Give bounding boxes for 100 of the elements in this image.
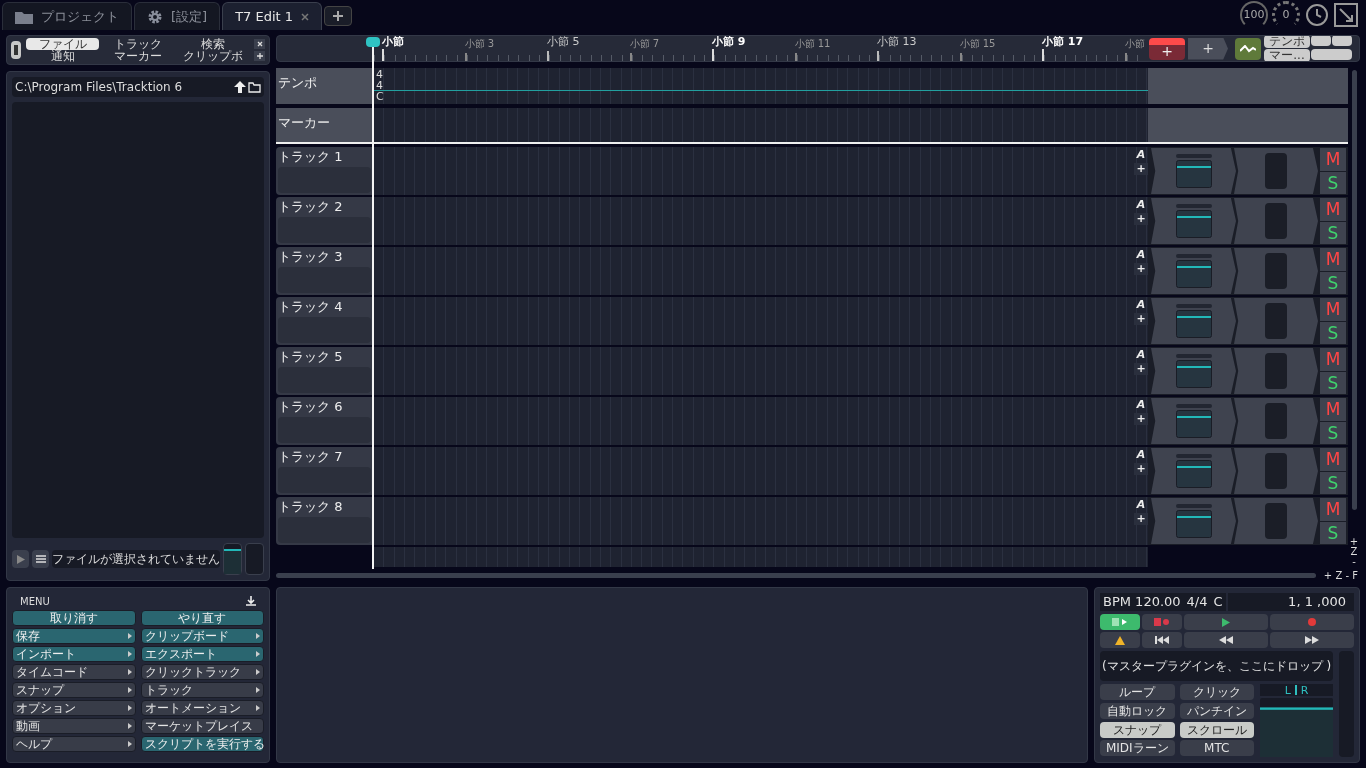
go-to-start-button[interactable] xyxy=(1142,632,1182,648)
track-header[interactable]: トラック 7 xyxy=(276,447,373,495)
menu-item[interactable]: タイムコード xyxy=(12,664,136,680)
track-lane[interactable]: A + xyxy=(373,197,1148,245)
solo-button[interactable]: S xyxy=(1320,521,1346,544)
path-field[interactable]: C:\Program Files\Tracktion 6 xyxy=(12,76,264,97)
solo-button[interactable]: S xyxy=(1320,171,1346,194)
menu-item[interactable]: スナップ xyxy=(12,682,136,698)
add-button[interactable]: + xyxy=(1134,513,1148,525)
solo-button[interactable]: S xyxy=(1320,221,1346,244)
toggle-button[interactable]: MIDIラーン xyxy=(1100,740,1175,757)
menu-item[interactable]: マーケットプレイス xyxy=(140,718,264,734)
menu-item[interactable]: 取り消す xyxy=(12,610,136,626)
automation-button[interactable]: A xyxy=(1136,449,1146,461)
track-header[interactable]: テンポ xyxy=(276,68,373,104)
scrollbar[interactable] xyxy=(1351,70,1357,510)
view-toggle-icon[interactable] xyxy=(1311,49,1352,60)
zoom-button[interactable]: - xyxy=(1352,557,1356,567)
add-plugin-button[interactable]: + xyxy=(1188,37,1228,60)
solo-button[interactable]: S xyxy=(1320,371,1346,394)
view-button[interactable]: マー... xyxy=(1264,49,1310,61)
toggle-button[interactable]: MTC xyxy=(1179,740,1254,757)
add-button[interactable]: + xyxy=(1134,363,1148,375)
volume-fader-icon[interactable] xyxy=(1175,410,1212,438)
add-button[interactable]: + xyxy=(1134,163,1148,175)
menu-item[interactable]: インポート xyxy=(12,646,136,662)
resize-icon[interactable] xyxy=(1334,3,1358,27)
tab[interactable]: [設定] xyxy=(134,2,221,30)
toggle-button[interactable]: パンチイン xyxy=(1179,702,1254,719)
tempo-display[interactable]: BPM 120.00 4/4 C xyxy=(1100,593,1226,611)
browser-tab[interactable]: ファイル xyxy=(26,37,99,50)
menu-item[interactable]: オートメーション xyxy=(140,700,264,716)
volume-fader-icon[interactable] xyxy=(1175,210,1212,238)
toggle-button[interactable]: スクロール xyxy=(1179,721,1254,738)
track-header[interactable]: トラック 8 xyxy=(276,497,373,545)
play-button[interactable] xyxy=(1184,614,1268,630)
menu-item[interactable]: ヘルプ xyxy=(12,736,136,752)
track-header[interactable]: トラック 3 xyxy=(276,247,373,295)
add-button[interactable]: + xyxy=(1134,263,1148,275)
track-lane[interactable]: A + xyxy=(373,297,1148,345)
track-lane[interactable]: A + xyxy=(373,347,1148,395)
solo-button[interactable]: S xyxy=(1320,421,1346,444)
add-track-button[interactable]: + xyxy=(1149,37,1185,60)
volume-fader-icon[interactable] xyxy=(1175,360,1212,388)
zoom-button[interactable]: + xyxy=(1349,537,1359,547)
automation-button[interactable]: A xyxy=(1136,299,1146,311)
track-header[interactable]: トラック 6 xyxy=(276,397,373,445)
play-button[interactable] xyxy=(12,550,29,568)
rewind-button[interactable] xyxy=(1184,632,1268,648)
menu-item[interactable]: クリップボード xyxy=(140,628,264,644)
scrollbar[interactable] xyxy=(276,572,1316,578)
menu-item[interactable]: 保存 xyxy=(12,628,136,644)
solo-button[interactable]: S xyxy=(1320,471,1346,494)
clock-icon[interactable] xyxy=(1304,2,1330,28)
wave-button[interactable] xyxy=(1235,37,1261,60)
add-button[interactable]: + xyxy=(1134,313,1148,325)
volume-fader-icon[interactable] xyxy=(1175,510,1212,538)
view-button[interactable]: テンポ xyxy=(1264,36,1310,48)
view-toggle-icon[interactable] xyxy=(1311,36,1331,46)
volume-fader-icon[interactable] xyxy=(1175,460,1212,488)
automation-button[interactable]: A xyxy=(1136,199,1146,211)
track-lane[interactable]: A + xyxy=(373,447,1148,495)
up-arrow-icon[interactable] xyxy=(234,80,246,93)
panel-toggle-button[interactable] xyxy=(11,40,21,59)
track-header[interactable]: トラック 1 xyxy=(276,147,373,195)
track-header[interactable]: マーカー xyxy=(276,108,373,142)
track-header[interactable]: トラック 2 xyxy=(276,197,373,245)
fast-forward-button[interactable] xyxy=(1270,632,1354,648)
tab[interactable]: プロジェクト xyxy=(2,2,132,30)
view-toggle-icon[interactable] xyxy=(1332,36,1352,46)
folder-icon[interactable] xyxy=(248,80,261,93)
menu-item[interactable]: スクリプトを実行する xyxy=(140,736,264,752)
menu-button[interactable] xyxy=(32,550,49,568)
automation-button[interactable]: A xyxy=(1136,499,1146,511)
master-fader-icon[interactable] xyxy=(1260,698,1334,757)
plus-icon[interactable] xyxy=(254,50,265,61)
track-lane[interactable]: A + xyxy=(373,147,1148,195)
browser-tab[interactable]: クリップボ xyxy=(176,49,249,62)
menu-item[interactable]: オプション xyxy=(12,700,136,716)
browser-tab[interactable]: マーカー xyxy=(101,49,174,62)
browser-tab[interactable]: 検索 xyxy=(176,37,249,50)
warning-button[interactable] xyxy=(1100,632,1140,648)
tempo-lane[interactable]: 4 4 C xyxy=(373,68,1148,104)
plugin-drop-area[interactable]: (マスタープラグインを、ここにドロップ ) xyxy=(1100,651,1334,681)
preview-fader[interactable] xyxy=(223,543,242,575)
add-button[interactable]: + xyxy=(1134,413,1148,425)
track-lane[interactable]: A + xyxy=(373,497,1148,545)
menu-item[interactable]: 動画 xyxy=(12,718,136,734)
menu-item[interactable]: やり直す xyxy=(140,610,264,626)
solo-button[interactable]: S xyxy=(1320,271,1346,294)
toggle-button[interactable]: 自動ロック xyxy=(1100,702,1175,719)
zoom-controls[interactable]: + Z - F xyxy=(1323,567,1358,583)
add-button[interactable]: + xyxy=(1134,213,1148,225)
tab[interactable]: T7 Edit 1 xyxy=(222,2,323,30)
toggle-button[interactable]: クリック xyxy=(1179,684,1254,700)
menu-item[interactable]: クリックトラック xyxy=(140,664,264,680)
volume-fader-icon[interactable] xyxy=(1175,310,1212,338)
download-icon[interactable] xyxy=(246,596,256,606)
automation-button[interactable]: A xyxy=(1136,149,1146,161)
add-button[interactable]: + xyxy=(1134,463,1148,475)
